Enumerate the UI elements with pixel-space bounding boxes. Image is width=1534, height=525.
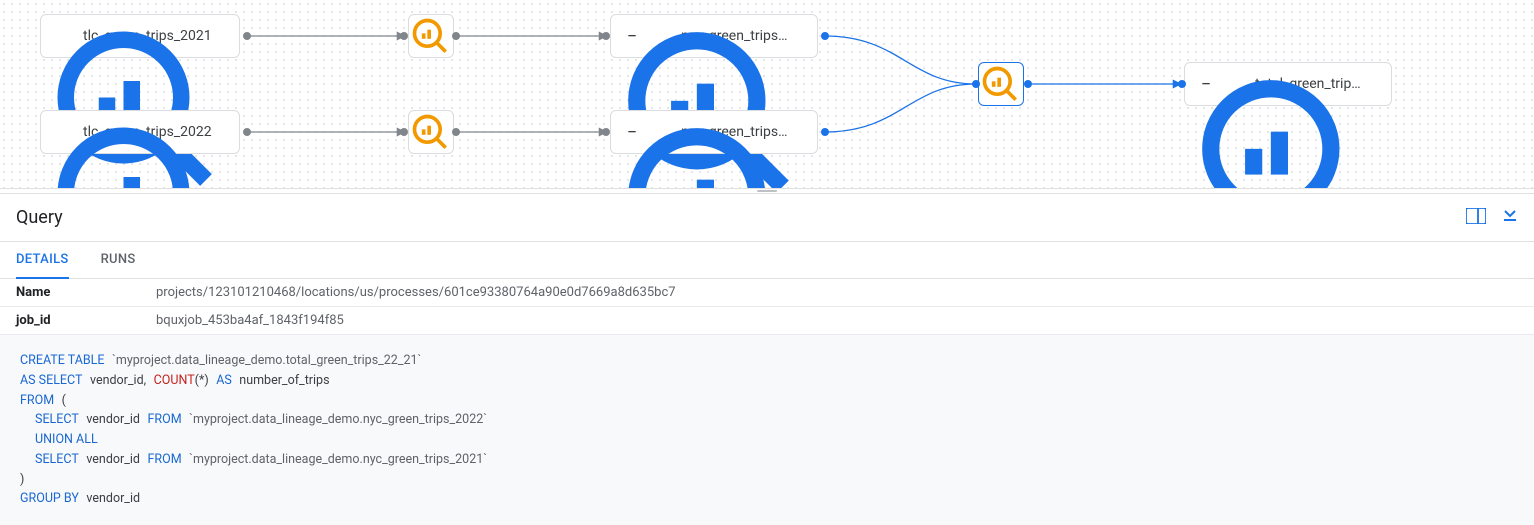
bigquery-icon bbox=[651, 122, 671, 142]
node-tlc-2021[interactable]: tlc_green_trips_2021 bbox=[40, 14, 240, 58]
bigquery-icon bbox=[53, 122, 73, 142]
port-in bbox=[972, 80, 980, 88]
port-out bbox=[243, 128, 251, 136]
port-out bbox=[452, 128, 460, 136]
sql-code-block: CREATE TABLE `myproject.data_lineage_dem… bbox=[0, 335, 1534, 525]
node-process-selected[interactable] bbox=[978, 62, 1024, 106]
port-out bbox=[1024, 80, 1032, 88]
panel-title: Query bbox=[16, 207, 63, 228]
bigquery-icon bbox=[53, 26, 73, 46]
detail-key: Name bbox=[16, 285, 156, 300]
details-table: Name projects/123101210468/locations/us/… bbox=[0, 279, 1534, 335]
bigquery-icon bbox=[651, 26, 671, 46]
port-out bbox=[821, 128, 829, 136]
node-tlc-2022[interactable]: tlc_green_trips_2022 bbox=[40, 110, 240, 154]
tab-details[interactable]: DETAILS bbox=[16, 242, 69, 279]
process-icon bbox=[991, 74, 1011, 94]
panel-header: Query bbox=[0, 194, 1534, 242]
tab-bar: DETAILS RUNS bbox=[0, 242, 1534, 279]
port-out bbox=[243, 32, 251, 40]
node-process-2[interactable] bbox=[408, 110, 454, 154]
process-icon bbox=[421, 26, 441, 46]
port-in bbox=[602, 32, 610, 40]
port-in bbox=[400, 32, 408, 40]
port-in bbox=[1178, 80, 1186, 88]
process-icon bbox=[421, 122, 441, 142]
detail-row-name: Name projects/123101210468/locations/us/… bbox=[0, 279, 1534, 307]
detail-value: projects/123101210468/locations/us/proce… bbox=[156, 285, 676, 300]
port-out bbox=[452, 32, 460, 40]
port-in bbox=[400, 128, 408, 136]
node-nyc-2[interactable]: − nyc_green_trips… bbox=[610, 110, 818, 154]
tab-runs[interactable]: RUNS bbox=[101, 242, 136, 278]
node-total[interactable]: − total_green_trip… bbox=[1184, 62, 1392, 106]
panel-collapse-icon[interactable] bbox=[1502, 208, 1518, 228]
bigquery-icon bbox=[1225, 74, 1245, 94]
port-in bbox=[602, 128, 610, 136]
panel-columns-icon[interactable] bbox=[1466, 208, 1486, 228]
detail-key: job_id bbox=[16, 313, 156, 328]
node-nyc-1[interactable]: − nyc_green_trips… bbox=[610, 14, 818, 58]
lineage-graph[interactable]: tlc_green_trips_2021 − nyc_green_trips… … bbox=[0, 0, 1534, 188]
port-out bbox=[821, 32, 829, 40]
node-process-1[interactable] bbox=[408, 14, 454, 58]
detail-row-jobid: job_id bquxjob_453ba4af_1843f194f85 bbox=[0, 307, 1534, 335]
detail-value: bquxjob_453ba4af_1843f194f85 bbox=[156, 313, 344, 328]
